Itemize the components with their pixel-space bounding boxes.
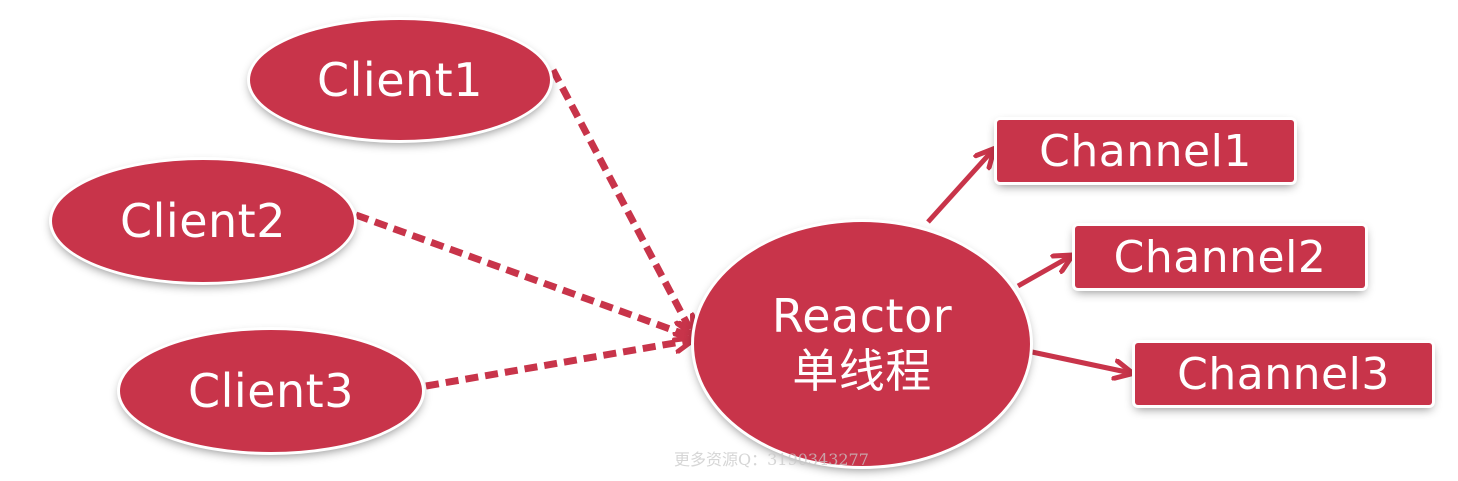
diagram-canvas: Client1 Client2 Client3 Reactor 单线程 Chan…	[0, 0, 1458, 481]
channel3-label: Channel3	[1177, 348, 1390, 400]
channel3-node: Channel3	[1135, 343, 1432, 405]
watermark-text: 更多资源Q：3190343277	[674, 450, 869, 469]
channel1-label: Channel1	[1039, 125, 1252, 177]
reactor-sublabel: 单线程	[792, 344, 932, 398]
channel2-label: Channel2	[1113, 231, 1327, 283]
client3-node: Client3	[120, 330, 422, 452]
edge-reactor-channel3	[1031, 349, 1131, 373]
reactor-label: Reactor	[771, 288, 953, 343]
reactor-node: Reactor 单线程	[694, 222, 1030, 466]
channel1-node: Channel1	[997, 120, 1294, 182]
channel2-node: Channel2	[1075, 226, 1365, 288]
client3-label: Client3	[188, 364, 354, 418]
client1-node: Client1	[250, 20, 550, 140]
edge-reactor-channel1	[926, 150, 993, 224]
client2-label: Client2	[120, 194, 286, 248]
edge-reactor-channel2	[1016, 256, 1071, 289]
client1-label: Client1	[317, 53, 483, 107]
edge-client3-reactor	[425, 340, 692, 390]
client2-node: Client2	[52, 160, 354, 282]
